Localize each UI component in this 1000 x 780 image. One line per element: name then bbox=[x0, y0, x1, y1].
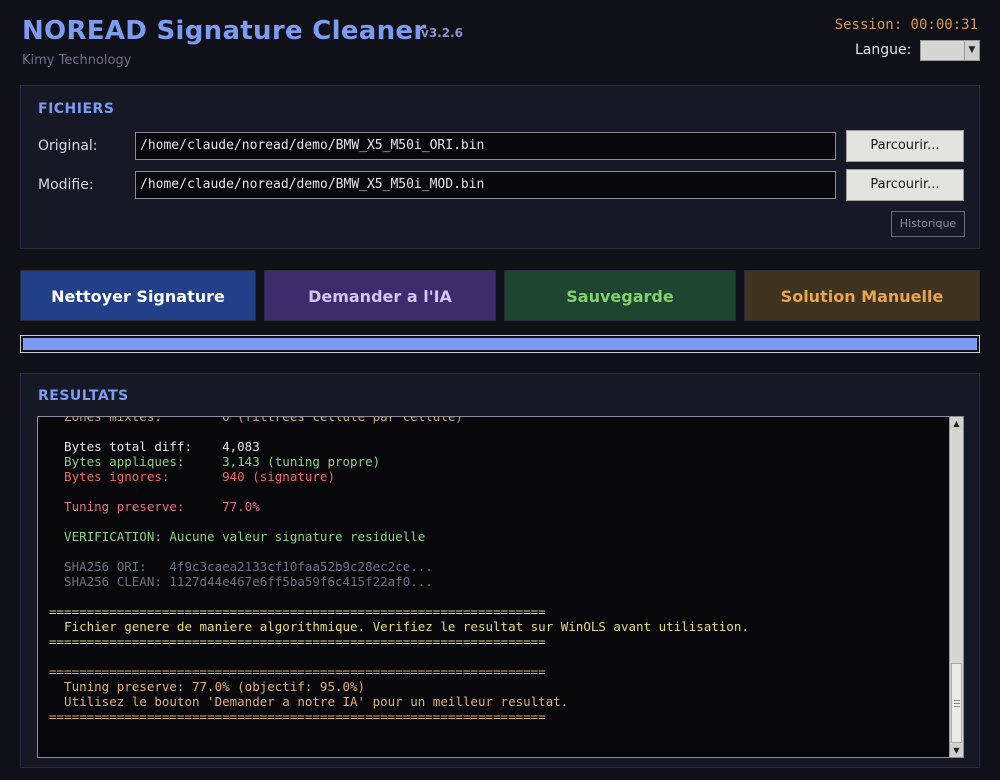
scroll-up-icon[interactable]: ▲ bbox=[950, 417, 963, 430]
progress-fill bbox=[23, 338, 977, 350]
console-line: Bytes ignores: 940 (signature) bbox=[49, 469, 335, 484]
manual-solution-button[interactable]: Solution Manuelle bbox=[744, 270, 980, 321]
files-panel-title: FICHIERS bbox=[38, 101, 115, 117]
console-line: Bytes total diff: 4,083 bbox=[49, 439, 260, 454]
language-select[interactable]: ▼ bbox=[920, 40, 980, 61]
console-line: SHA256 CLEAN: 1127d44e467e6ff5ba59f6c415… bbox=[49, 574, 433, 589]
console-line: VERIFICATION: Aucune valeur signature re… bbox=[49, 529, 426, 544]
console-line: ========================================… bbox=[49, 664, 546, 679]
console-line: SHA256 ORI: 4f9c3caea2133cf10faa52b9c28e… bbox=[49, 559, 433, 574]
scroll-down-icon[interactable]: ▼ bbox=[950, 744, 963, 757]
results-panel-title: RESULTATS bbox=[38, 388, 129, 404]
console-line: ========================================… bbox=[49, 709, 546, 724]
company-name: Kimy Technology bbox=[22, 53, 132, 68]
console-line: Zones mixtes: 0 (filtrees cellule par ce… bbox=[49, 416, 463, 424]
browse-modified-button[interactable]: Parcourir... bbox=[846, 169, 964, 201]
app-title: NOREAD Signature Cleaner bbox=[22, 16, 427, 46]
session-timer: Session: 00:00:31 bbox=[834, 17, 978, 33]
version-label: v3.2.6 bbox=[421, 26, 463, 40]
console-line: Utilisez le bouton 'Demander a notre IA'… bbox=[49, 694, 569, 709]
browse-original-button[interactable]: Parcourir... bbox=[846, 130, 964, 162]
clean-signature-button[interactable]: Nettoyer Signature bbox=[20, 270, 256, 321]
save-button[interactable]: Sauvegarde bbox=[504, 270, 736, 321]
console-line: Fichier genere de maniere algorithmique.… bbox=[49, 619, 749, 634]
ask-ai-button[interactable]: Demander a l'IA bbox=[264, 270, 496, 321]
console-line: Tuning preserve: 77.0% (objectif: 95.0%) bbox=[49, 679, 366, 694]
files-panel: FICHIERS Original: /home/claude/noread/d… bbox=[20, 85, 980, 249]
console-line: ========================================… bbox=[49, 604, 546, 619]
original-path-input[interactable]: /home/claude/noread/demo/BMW_X5_M50i_ORI… bbox=[135, 132, 836, 160]
results-console[interactable]: Zones mixtes: 0 (filtrees cellule par ce… bbox=[37, 416, 964, 758]
console-text: Zones mixtes: 0 (filtrees cellule par ce… bbox=[49, 416, 947, 724]
console-scrollbar[interactable]: ▲ ▼ bbox=[949, 417, 963, 757]
history-button[interactable]: Historique bbox=[891, 211, 965, 237]
console-line: Bytes appliques: 3,143 (tuning propre) bbox=[49, 454, 381, 469]
results-panel: RESULTATS Zones mixtes: 0 (filtrees cell… bbox=[20, 373, 980, 768]
modified-label: Modifie: bbox=[38, 177, 94, 193]
scroll-thumb[interactable] bbox=[951, 663, 962, 743]
language-label: Langue: bbox=[855, 42, 912, 58]
progress-bar bbox=[20, 335, 980, 353]
original-label: Original: bbox=[38, 138, 98, 154]
chevron-down-icon[interactable]: ▼ bbox=[964, 41, 979, 60]
modified-path-input[interactable]: /home/claude/noread/demo/BMW_X5_M50i_MOD… bbox=[135, 171, 836, 199]
console-line: ========================================… bbox=[49, 634, 546, 649]
console-line: Tuning preserve: 77.0% bbox=[49, 499, 260, 514]
